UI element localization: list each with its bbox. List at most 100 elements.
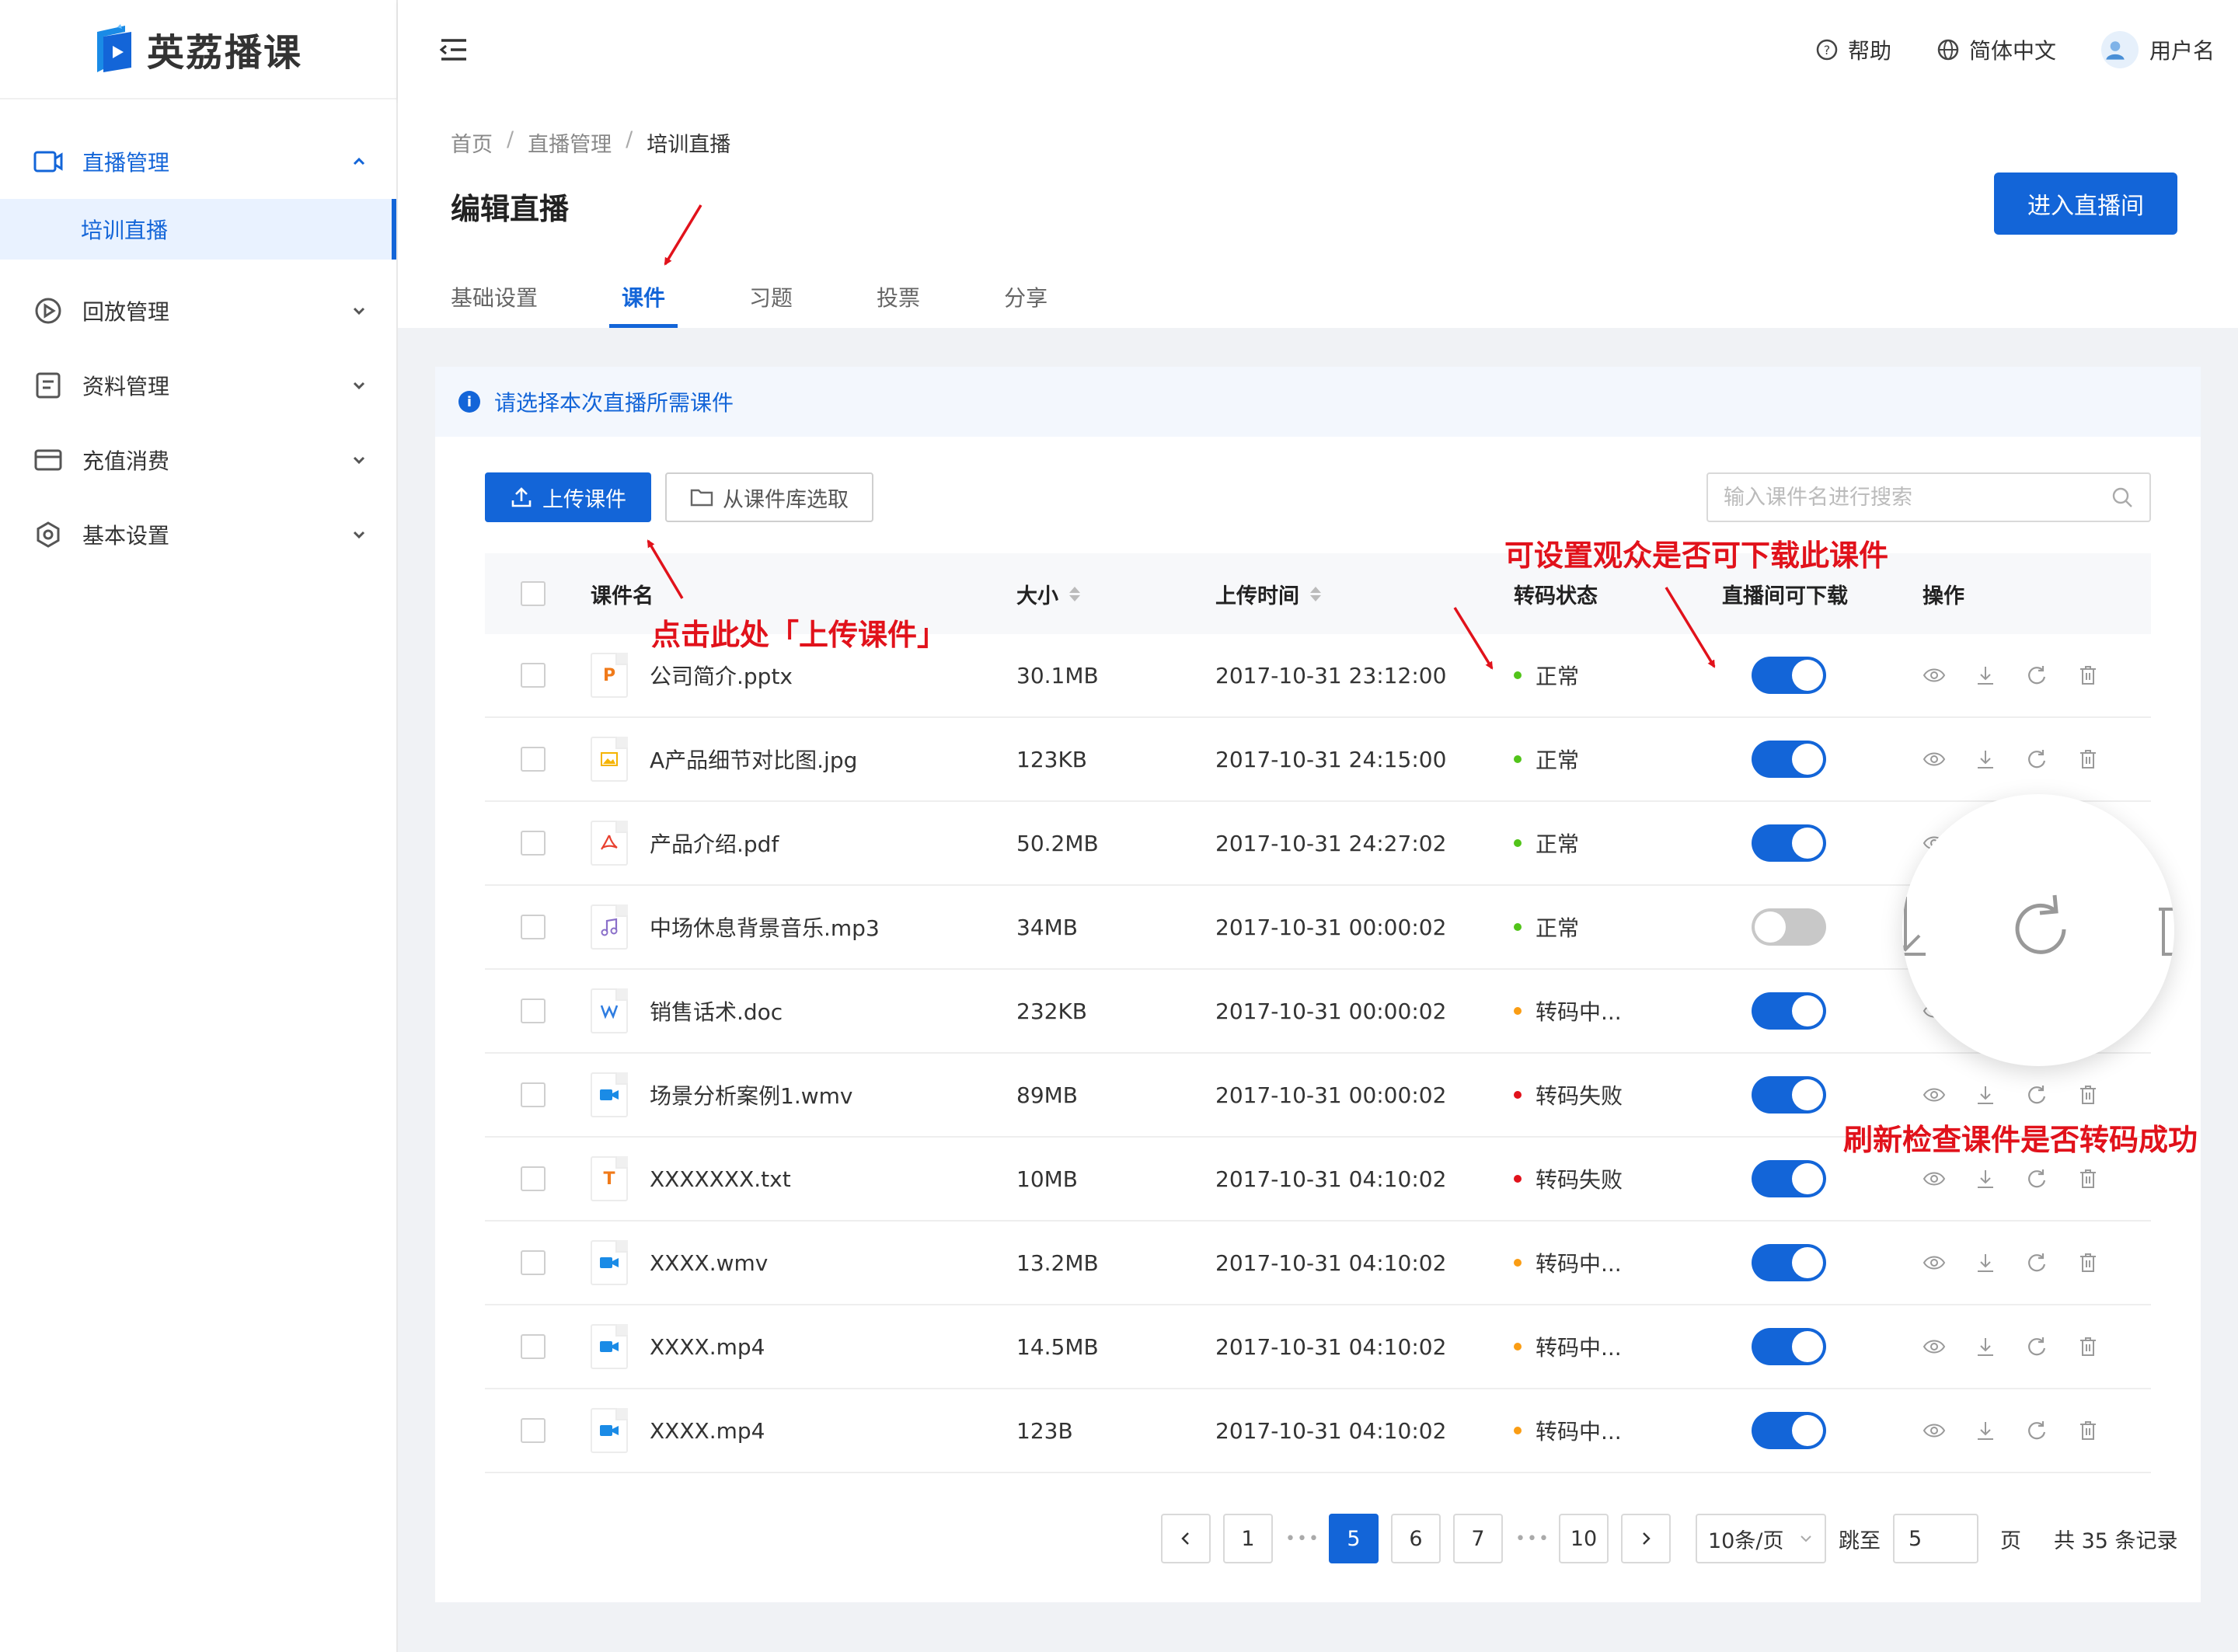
file-name[interactable]: XXXX.wmv [650,1250,768,1276]
sidebar-item-settings[interactable]: 基本设置 [0,497,396,572]
file-name[interactable]: XXXXXXX.txt [650,1166,791,1192]
upload-courseware-button[interactable]: 上传课件 [485,472,651,522]
page-button[interactable]: 10 [1559,1514,1609,1563]
download-toggle[interactable] [1752,992,1826,1030]
page-size-select[interactable]: 10条/页 [1696,1514,1826,1563]
column-size[interactable]: 大小 [1016,579,1215,609]
row-checkbox[interactable] [521,915,546,939]
trash-icon[interactable] [2076,1419,2100,1442]
file-name[interactable]: 场景分析案例1.wmv [650,1079,852,1110]
prev-page-button[interactable] [1161,1514,1211,1563]
page-button[interactable]: 6 [1391,1514,1441,1563]
preview-icon[interactable] [1923,1167,1946,1190]
preview-icon[interactable] [1923,1335,1946,1358]
download-icon[interactable] [1974,1335,1997,1358]
search-input[interactable] [1724,485,2111,510]
breadcrumb-home[interactable]: 首页 [451,127,493,158]
download-icon[interactable] [1974,664,1997,687]
sidebar-item-live[interactable]: 直播管理 [0,124,396,199]
page-ellipsis[interactable]: ••• [1515,1529,1549,1549]
select-all-checkbox[interactable] [521,581,546,606]
row-checkbox[interactable] [521,1418,546,1443]
row-checkbox[interactable] [521,1166,546,1191]
help-link[interactable]: ? 帮助 [1815,34,1891,65]
sort-icon[interactable] [1310,586,1321,601]
download-icon[interactable] [1974,1251,1997,1274]
download-toggle[interactable] [1752,657,1826,694]
refresh-icon[interactable] [2025,664,2048,687]
sidebar-item-replay[interactable]: 回放管理 [0,274,396,348]
download-icon[interactable] [1974,1167,1997,1190]
select-from-library-button[interactable]: 从课件库选取 [665,472,873,522]
sort-icon[interactable] [1069,586,1080,601]
preview-icon[interactable] [1923,1419,1946,1442]
chevron-down-icon [1801,1535,1811,1542]
download-icon[interactable] [1974,1083,1997,1107]
download-toggle[interactable] [1752,824,1826,862]
download-toggle[interactable] [1752,1076,1826,1114]
tab-votes[interactable]: 投票 [877,275,920,328]
sidebar-item-recharge[interactable]: 充值消费 [0,423,396,497]
row-checkbox[interactable] [521,1250,546,1275]
trash-icon[interactable] [2076,1335,2100,1358]
download-toggle[interactable] [1752,1412,1826,1449]
row-checkbox[interactable] [521,831,546,856]
sidebar-subitem-training-live[interactable]: 培训直播 [0,199,396,260]
preview-icon[interactable] [1923,748,1946,771]
tab-basic-settings[interactable]: 基础设置 [451,275,538,328]
refresh-icon[interactable] [2025,1335,2048,1358]
file-name[interactable]: XXXX.mp4 [650,1418,765,1444]
refresh-icon[interactable] [2025,1251,2048,1274]
tab-courseware[interactable]: 课件 [609,275,678,328]
file-name[interactable]: XXXX.mp4 [650,1334,765,1360]
download-toggle[interactable] [1752,908,1826,946]
row-checkbox[interactable] [521,747,546,772]
page-ellipsis[interactable]: ••• [1285,1529,1319,1549]
menu-collapse-icon[interactable] [437,33,471,67]
sidebar: 英荔播课 直播管理 培训直播 回放管理 资料管理 充值消费 基本设置 [0,0,398,1652]
page-button[interactable]: 1 [1223,1514,1273,1563]
file-name[interactable]: 中场休息背景音乐.mp3 [650,911,880,943]
download-toggle[interactable] [1752,741,1826,778]
trash-icon[interactable] [2076,664,2100,687]
download-toggle[interactable] [1752,1160,1826,1197]
column-upload-time[interactable]: 上传时间 [1215,579,1514,609]
refresh-icon[interactable] [2025,1083,2048,1107]
file-name[interactable]: A产品细节对比图.jpg [650,744,857,775]
row-checkbox[interactable] [521,1082,546,1107]
trash-icon[interactable] [2076,1083,2100,1107]
download-toggle[interactable] [1752,1328,1826,1365]
refresh-icon[interactable] [2025,748,2048,771]
next-page-button[interactable] [1621,1514,1671,1563]
search-icon[interactable] [2111,486,2134,509]
jump-page-input[interactable]: 5 [1893,1514,1978,1563]
trash-icon[interactable] [2076,1167,2100,1190]
preview-icon[interactable] [1923,664,1946,687]
refresh-icon[interactable] [2025,1167,2048,1190]
row-checkbox[interactable] [521,999,546,1023]
breadcrumb-live[interactable]: 直播管理 [528,127,612,158]
preview-icon[interactable] [1923,1251,1946,1274]
preview-icon[interactable] [1923,1083,1946,1107]
download-icon[interactable] [1974,1419,1997,1442]
download-icon[interactable] [1974,748,1997,771]
file-name[interactable]: 销售话术.doc [650,995,783,1026]
status-text: 正常 [1536,915,1580,941]
page-button[interactable]: 7 [1453,1514,1503,1563]
row-checkbox[interactable] [521,663,546,688]
user-menu[interactable]: 用户名 [2100,31,2215,68]
trash-icon[interactable] [2076,748,2100,771]
file-name[interactable]: 产品介绍.pdf [650,828,779,859]
file-name[interactable]: 公司简介.pptx [650,660,793,691]
tab-share[interactable]: 分享 [1004,275,1048,328]
page-button-current[interactable]: 5 [1329,1514,1379,1563]
refresh-icon[interactable] [2025,1419,2048,1442]
enter-live-room-button[interactable]: 进入直播间 [1994,173,2177,235]
logo[interactable]: 英荔播课 [0,0,396,99]
download-toggle[interactable] [1752,1244,1826,1281]
sidebar-item-materials[interactable]: 资料管理 [0,348,396,423]
trash-icon[interactable] [2076,1251,2100,1274]
tab-exercises[interactable]: 习题 [749,275,793,328]
row-checkbox[interactable] [521,1334,546,1359]
language-switch[interactable]: 简体中文 [1936,34,2056,65]
